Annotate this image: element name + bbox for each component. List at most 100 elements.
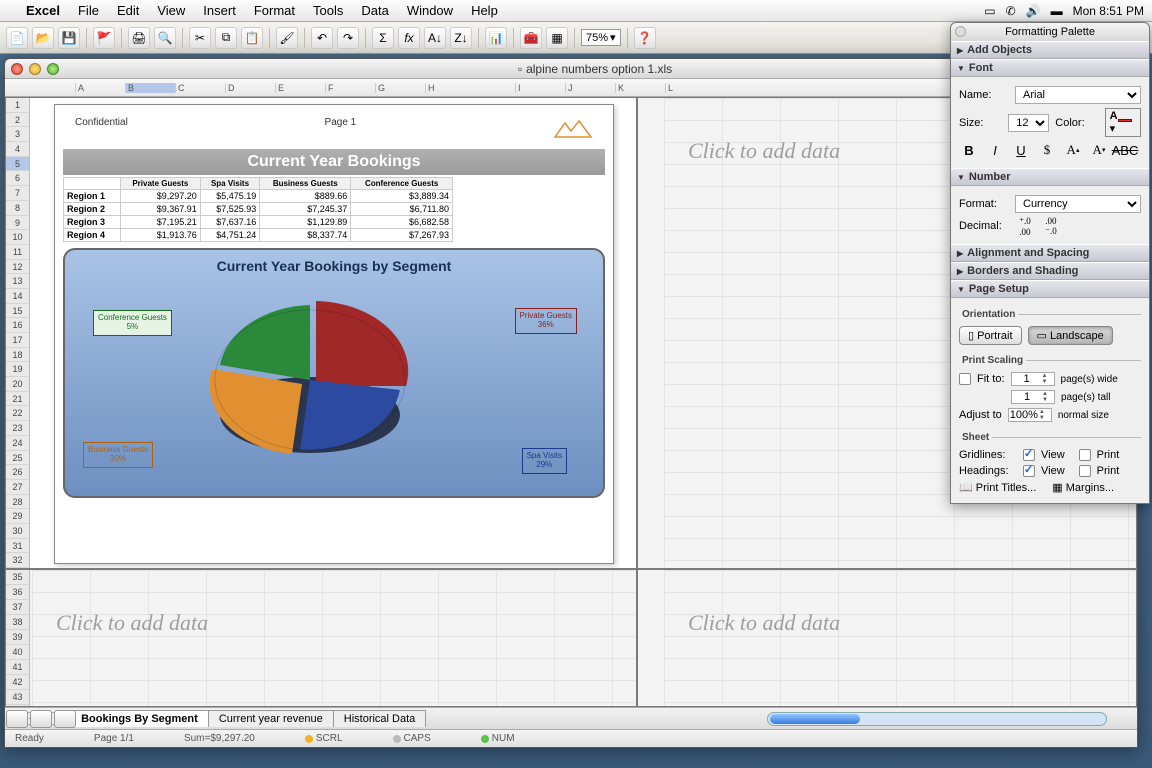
drawing-button[interactable]: ▦ [546,27,568,49]
row-numbers[interactable]: 1234567891011121314151617181920212223242… [6,98,30,568]
chart-label-private: Private Guests 36% [515,308,577,334]
chart-label-conference: Conference Guests 5% [93,310,172,336]
pages-wide-spinner[interactable]: ▲▼ [1011,372,1055,386]
menu-tools[interactable]: Tools [313,3,343,18]
headings-view-checkbox[interactable] [1023,465,1035,477]
battery-icon[interactable]: ▬ [1051,4,1063,18]
sort-asc-button[interactable]: A↓ [424,27,446,49]
function-button[interactable]: fx [398,27,420,49]
menu-view[interactable]: View [157,3,185,18]
section-page-setup[interactable]: ▼Page Setup [951,280,1149,298]
autosum-button[interactable]: Σ [372,27,394,49]
app-name[interactable]: Excel [26,3,60,18]
page-layout-view-icon[interactable] [30,710,52,728]
status-caps: CAPS [404,733,431,744]
pane-top-left[interactable]: 1234567891011121314151617181920212223242… [5,97,637,569]
section-font[interactable]: ▼Font [951,59,1149,77]
print-titles-button[interactable]: 📖 Print Titles... [959,481,1036,494]
italic-button[interactable]: I [985,141,1005,159]
open-button[interactable]: 📂 [32,27,54,49]
bookings-table[interactable]: Private GuestsSpa VisitsBusiness GuestsC… [63,177,453,242]
adjust-to-spinner[interactable]: ▲▼ [1008,408,1052,422]
phone-icon[interactable]: ✆ [1006,4,1016,18]
close-icon[interactable] [11,63,23,75]
headings-print-checkbox[interactable] [1079,465,1091,477]
toolbox-button[interactable]: 🧰 [520,27,542,49]
menu-edit[interactable]: Edit [117,3,139,18]
undo-button[interactable]: ↶ [311,27,333,49]
paste-button[interactable]: 📋 [241,27,263,49]
landscape-button[interactable]: ▭ Landscape [1028,326,1113,345]
margins-button[interactable]: ▦ Margins... [1052,481,1114,494]
chart-button[interactable]: 📊 [485,27,507,49]
bold-button[interactable]: B [959,141,979,159]
menu-help[interactable]: Help [471,3,498,18]
section-borders[interactable]: ▶Borders and Shading [951,262,1149,280]
normal-view-icon[interactable] [6,710,28,728]
print-button[interactable]: 🖨 [128,27,150,49]
font-color-label: Color: [1055,117,1098,129]
format-painter-button[interactable]: 🖌 [276,27,298,49]
gridlines-view-checkbox[interactable] [1023,449,1035,461]
formatting-palette[interactable]: Formatting Palette ▶Add Objects ▼Font Na… [950,22,1150,504]
gridlines-print-checkbox[interactable] [1079,449,1091,461]
click-to-add-data[interactable]: Click to add data [56,610,208,636]
font-size-select[interactable]: 12 [1008,114,1049,132]
menu-file[interactable]: File [78,3,99,18]
portrait-button[interactable]: ▯ Portrait [959,326,1022,345]
display-icon[interactable]: ▭ [984,4,995,18]
palette-close-icon[interactable] [955,26,966,37]
help-button[interactable]: ❓ [634,27,656,49]
menu-window[interactable]: Window [407,3,453,18]
menu-insert[interactable]: Insert [203,3,236,18]
cut-button[interactable]: ✂ [189,27,211,49]
doc-icon: ▫ [518,62,522,76]
alpine-logo-icon [553,117,593,141]
fit-to-checkbox[interactable] [959,373,971,385]
view-mode-buttons[interactable] [6,710,76,728]
clock[interactable]: Mon 8:51 PM [1073,4,1144,18]
superscript-button[interactable]: A▴ [1063,141,1083,159]
pie-chart[interactable]: Current Year Bookings by Segment Confere… [63,248,605,498]
sheet-label: Sheet [959,432,992,443]
currency-button[interactable]: $ [1037,141,1057,159]
font-color-button[interactable]: A ▾ [1105,108,1141,137]
tab-bookings[interactable]: Bookings By Segment [70,710,209,727]
tab-historical[interactable]: Historical Data [333,710,427,727]
page-break-view-icon[interactable] [54,710,76,728]
zoom-selector[interactable]: 75% ▾ [581,29,621,46]
menu-format[interactable]: Format [254,3,295,18]
copy-button[interactable]: ⧉ [215,27,237,49]
volume-icon[interactable]: 🔊 [1026,4,1041,18]
increase-decimal-button[interactable]: ⁺.0.00 [1015,217,1035,235]
strikethrough-button[interactable]: ABC [1115,141,1135,159]
chart-title: Current Year Bookings by Segment [75,258,593,274]
click-to-add-data[interactable]: Click to add data [688,610,840,636]
decrease-decimal-button[interactable]: .00⁻.0 [1041,217,1061,235]
menu-data[interactable]: Data [361,3,388,18]
pane-bottom-left[interactable]: 35363738394041424344 Click to add data [5,569,637,707]
save-button[interactable]: 💾 [58,27,80,49]
zoom-icon[interactable] [47,63,59,75]
underline-button[interactable]: U [1011,141,1031,159]
new-button[interactable]: 📄 [6,27,28,49]
flag-button[interactable]: 🚩 [93,27,115,49]
print-page: Confidential Page 1 Current Year Booking… [54,104,614,564]
preview-button[interactable]: 🔍 [154,27,176,49]
palette-title[interactable]: Formatting Palette [951,23,1149,41]
section-alignment[interactable]: ▶Alignment and Spacing [951,244,1149,262]
minimize-icon[interactable] [29,63,41,75]
number-format-select[interactable]: Currency [1015,195,1141,213]
pane-bottom-right[interactable]: Click to add data [637,569,1137,707]
subscript-button[interactable]: A▾ [1089,141,1109,159]
section-number[interactable]: ▼Number [951,168,1149,186]
click-to-add-data[interactable]: Click to add data [688,138,840,164]
horizontal-scrollbar[interactable] [767,712,1107,726]
font-name-select[interactable]: Arial [1015,86,1141,104]
section-add-objects[interactable]: ▶Add Objects [951,41,1149,59]
redo-button[interactable]: ↷ [337,27,359,49]
confidential-label: Confidential [75,117,128,141]
sort-desc-button[interactable]: Z↓ [450,27,472,49]
pages-tall-spinner[interactable]: ▲▼ [1011,390,1055,404]
tab-revenue[interactable]: Current year revenue [208,710,334,727]
